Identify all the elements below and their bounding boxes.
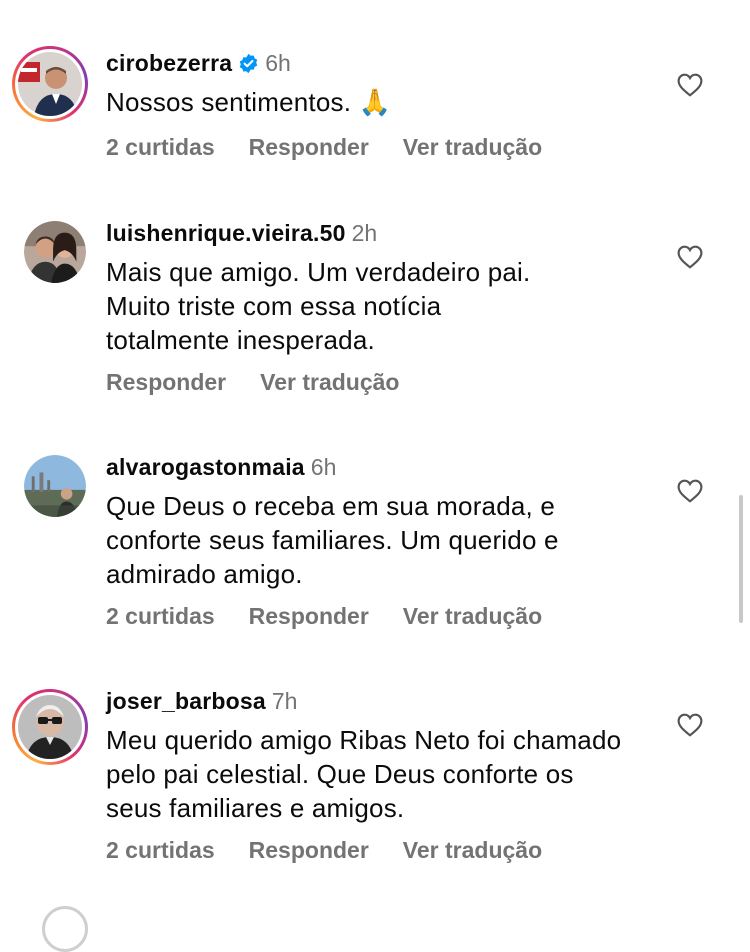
likes-count[interactable]: 2 curtidas [106, 603, 215, 630]
comment-time: 6h [265, 49, 291, 76]
verified-badge-icon [239, 53, 258, 73]
heart-icon[interactable] [677, 73, 703, 97]
heart-icon[interactable] [677, 245, 703, 269]
reply-button[interactable]: Responder [249, 837, 369, 864]
avatar[interactable] [12, 689, 88, 765]
comment-username[interactable]: joser_barbosa [106, 688, 266, 715]
likes-count[interactable]: 2 curtidas [106, 134, 215, 161]
comment-text: Que Deus o receba em sua morada, e confo… [106, 491, 559, 589]
comment-username[interactable]: alvarogastonmaia [106, 454, 305, 481]
avatar-photo [18, 52, 82, 116]
likes-count[interactable]: 2 curtidas [106, 837, 215, 864]
translate-button[interactable]: Ver tradução [260, 369, 399, 396]
avatar-photo [24, 221, 86, 283]
heart-icon[interactable] [677, 713, 703, 737]
avatar[interactable] [12, 46, 88, 122]
avatar[interactable] [24, 221, 86, 283]
comment-time: 6h [310, 453, 337, 480]
comment-username[interactable]: luishenrique.vieira.50 [106, 220, 346, 247]
comment-text: Nossos sentimentos. 🙏 [106, 87, 392, 117]
reply-button[interactable]: Responder [249, 603, 369, 630]
reply-button[interactable]: Responder [249, 134, 369, 161]
comment-text: Mais que amigo. Um verdadeiro pai. Muito… [106, 257, 531, 355]
reply-button[interactable]: Responder [106, 369, 226, 396]
comment-time: 7h [271, 687, 298, 714]
translate-button[interactable]: Ver tradução [403, 134, 542, 161]
avatar[interactable] [24, 455, 86, 517]
next-avatar-peek [42, 906, 88, 952]
avatar-photo [18, 695, 82, 759]
heart-icon[interactable] [677, 479, 703, 503]
translate-button[interactable]: Ver tradução [403, 603, 542, 630]
comment-time: 2h [351, 219, 378, 246]
scrollbar[interactable] [739, 495, 743, 623]
avatar-photo [24, 455, 86, 517]
story-ring [12, 689, 88, 765]
translate-button[interactable]: Ver tradução [403, 837, 542, 864]
comment-username[interactable]: cirobezerra [106, 50, 232, 77]
story-ring [12, 46, 88, 122]
comment-text: Meu querido amigo Ribas Neto foi chamado… [106, 725, 622, 823]
